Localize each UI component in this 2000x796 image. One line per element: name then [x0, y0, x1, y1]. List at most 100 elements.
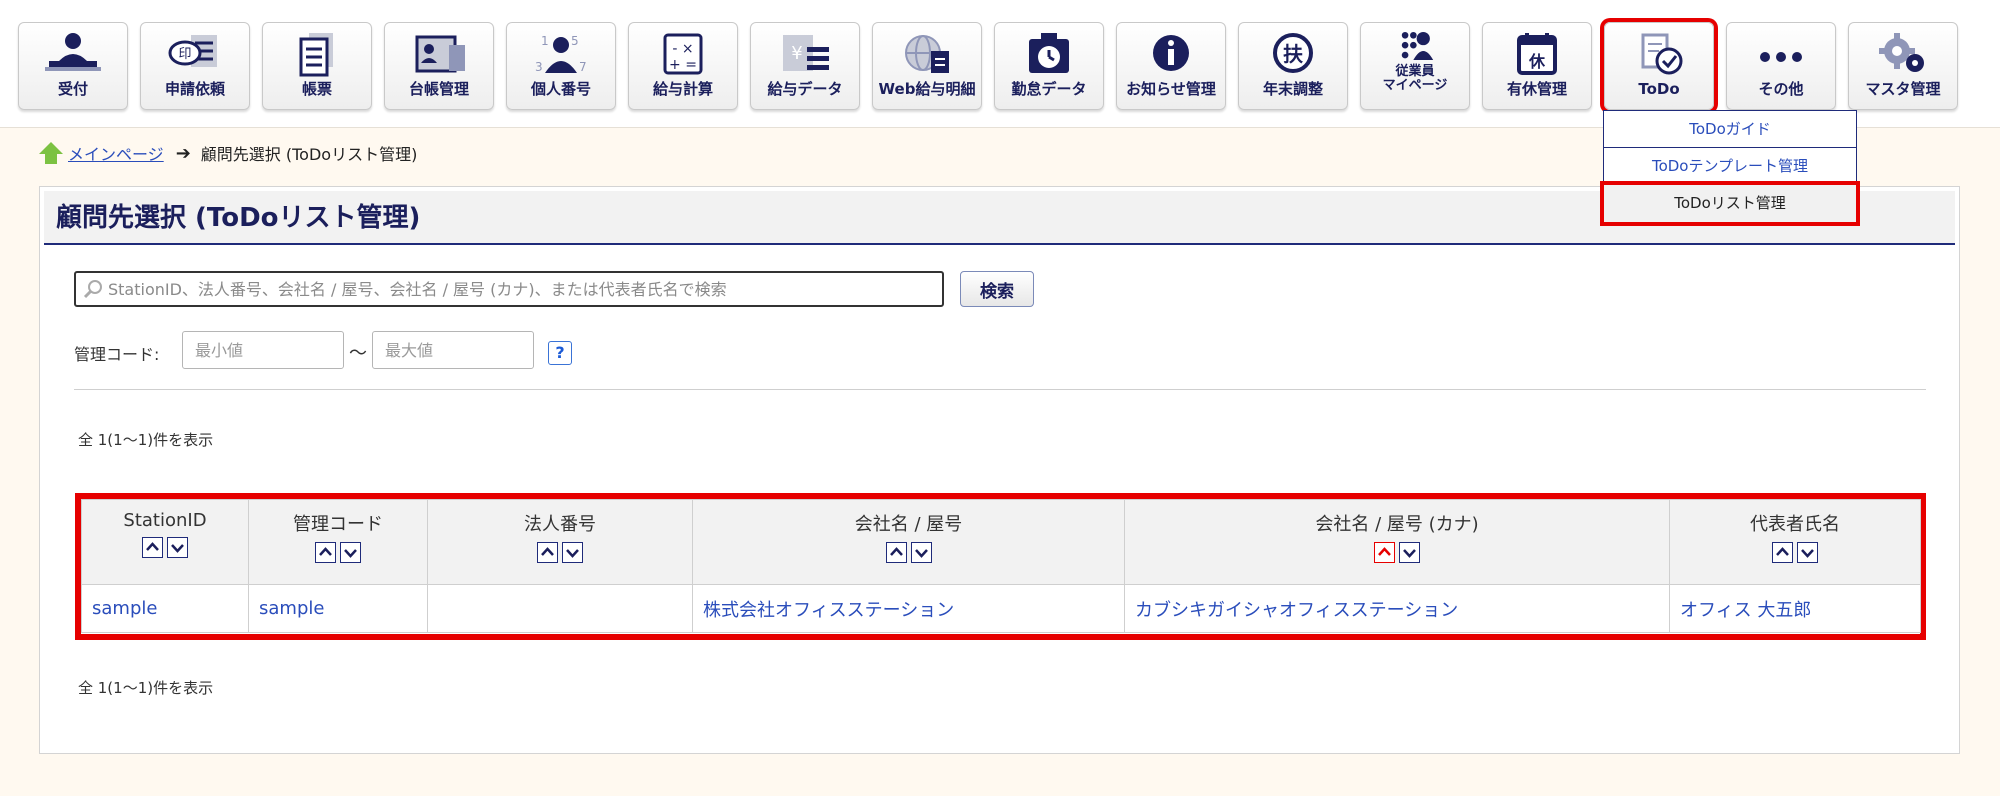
toolbar-todo-button[interactable]: ToDo — [1604, 22, 1714, 110]
client-table-wrapper: StationID 管理コード 法人番号 会社名 / 屋号 会社名 / 屋号 (… — [81, 499, 1921, 634]
toolbar-payroll-data-button[interactable]: ¥ 給与データ — [750, 22, 860, 110]
toolbar-request-button[interactable]: 印 申請依頼 — [140, 22, 250, 110]
sort-asc-icon[interactable] — [1374, 542, 1395, 563]
toolbar-label: 申請依頼 — [164, 80, 225, 98]
sort-asc-icon[interactable] — [537, 542, 558, 563]
toolbar-label: 有休管理 — [1506, 80, 1567, 98]
toolbar-forms-button[interactable]: 帳票 — [262, 22, 372, 110]
svg-text:- ×: - × — [672, 41, 693, 57]
menu-item-todo-template[interactable]: ToDoテンプレート管理 — [1604, 148, 1856, 185]
svg-text:印: 印 — [178, 47, 191, 62]
employee-mypage-icon — [1385, 27, 1445, 65]
toolbar-label: その他 — [1758, 80, 1804, 98]
toolbar-more-button[interactable]: その他 — [1726, 22, 1836, 110]
result-count-bottom: 全 1(1～1)件を表示 — [78, 679, 214, 697]
info-icon — [1141, 31, 1201, 77]
cell-representative[interactable]: オフィス 大五郎 — [1669, 584, 1921, 633]
paid-leave-calendar-icon: 休 — [1507, 31, 1567, 77]
breadcrumb-current: 顧問先選択 (ToDoリスト管理) — [200, 145, 418, 164]
breadcrumb: メインページ ➔ 顧問先選択 (ToDoリスト管理) — [38, 140, 417, 166]
more-dots-icon — [1751, 31, 1811, 77]
cell-company-name-kana[interactable]: カブシキガイシャオフィスステーション — [1124, 584, 1670, 633]
svg-text:+ =: + = — [669, 57, 697, 73]
toolbar-label: 台帳管理 — [408, 80, 469, 98]
sort-asc-icon[interactable] — [1772, 542, 1793, 563]
sort-desc-icon[interactable] — [1797, 542, 1818, 563]
search-icon — [83, 280, 102, 299]
toolbar-personal-number-button[interactable]: 1537 個人番号 — [506, 22, 616, 110]
client-select-panel: 顧問先選択 (ToDoリスト管理) 検索 管理コード: ～ ? 全 1(1～1)… — [39, 186, 1960, 754]
management-code-label: 管理コード: — [74, 345, 160, 364]
cell-company-name[interactable]: 株式会社オフィスステーション — [692, 584, 1125, 633]
column-header-management-code: 管理コード — [248, 499, 428, 585]
toolbar-label: 年末調整 — [1262, 80, 1323, 98]
toolbar-label: お知らせ管理 — [1126, 80, 1216, 98]
toolbar-attendance-button[interactable]: 勤怠データ — [994, 22, 1104, 110]
svg-text:休: 休 — [1528, 52, 1546, 71]
result-count-top: 全 1(1～1)件を表示 — [78, 431, 214, 449]
sort-desc-icon[interactable] — [910, 542, 932, 563]
column-header-company-name-kana: 会社名 / 屋号 (カナ) — [1124, 499, 1670, 585]
svg-text:扶: 扶 — [1283, 42, 1304, 66]
svg-text:1: 1 — [541, 34, 549, 48]
toolbar-label: 勤怠データ — [1011, 80, 1087, 98]
top-toolbar: 受付 印 申請依頼 帳票 台帳管理 1537 個人番号 - × + = 給与計算 … — [0, 0, 2000, 128]
ledger-card-icon — [409, 31, 469, 77]
table-header-row: StationID 管理コード 法人番号 会社名 / 屋号 会社名 / 屋号 (… — [81, 499, 1921, 585]
code-max-input[interactable] — [372, 331, 534, 369]
sort-desc-icon[interactable] — [167, 537, 188, 558]
stamp-request-icon: 印 — [165, 31, 225, 77]
sort-asc-icon[interactable] — [142, 537, 163, 558]
search-input[interactable] — [108, 279, 928, 299]
column-header-company-name: 会社名 / 屋号 — [692, 499, 1125, 585]
toolbar-label: 給与データ — [767, 80, 843, 98]
sort-asc-icon[interactable] — [885, 542, 907, 563]
toolbar-ledger-button[interactable]: 台帳管理 — [384, 22, 494, 110]
cell-stationid[interactable]: sample — [81, 584, 249, 633]
form-document-icon — [287, 31, 347, 77]
column-header-representative: 代表者氏名 — [1669, 499, 1921, 585]
year-end-adjustment-icon: 扶 — [1263, 31, 1323, 77]
sort-desc-icon[interactable] — [340, 542, 361, 563]
arrow-right-icon: ➔ — [175, 142, 191, 164]
svg-text:7: 7 — [579, 60, 587, 74]
toolbar-label: マスタ管理 — [1865, 80, 1941, 98]
toolbar-web-payslip-button[interactable]: Web給与明細 — [872, 22, 982, 110]
toolbar-year-end-button[interactable]: 扶 年末調整 — [1238, 22, 1348, 110]
toolbar-paid-leave-button[interactable]: 休 有休管理 — [1482, 22, 1592, 110]
table-row[interactable]: sample sample 株式会社オフィスステーション カブシキガイシャオフィ… — [81, 584, 1921, 633]
code-min-input[interactable] — [182, 331, 344, 369]
toolbar-label: ToDo — [1638, 80, 1680, 98]
divider — [74, 389, 1926, 390]
menu-item-todo-guide[interactable]: ToDoガイド — [1604, 111, 1856, 148]
breadcrumb-main-page-link[interactable]: メインページ — [68, 141, 164, 165]
toolbar-reception-button[interactable]: 受付 — [18, 22, 128, 110]
sort-desc-icon[interactable] — [1399, 542, 1420, 563]
client-table: StationID 管理コード 法人番号 会社名 / 屋号 会社名 / 屋号 (… — [81, 499, 1921, 633]
toolbar-label: 個人番号 — [530, 80, 591, 98]
svg-text:5: 5 — [571, 34, 579, 48]
calculator-icon: - × + = — [653, 31, 713, 77]
cell-corporate-number — [427, 584, 693, 633]
search-button[interactable]: 検索 — [960, 271, 1034, 307]
sort-desc-icon[interactable] — [562, 542, 583, 563]
column-header-corporate-number: 法人番号 — [427, 499, 693, 585]
toolbar-employee-mypage-button[interactable]: 従業員 マイページ — [1360, 22, 1470, 110]
reception-icon — [43, 31, 103, 77]
column-header-stationid: StationID — [81, 499, 249, 585]
home-icon — [39, 142, 63, 164]
svg-text:¥: ¥ — [791, 43, 802, 64]
toolbar-payroll-calc-button[interactable]: - × + = 給与計算 — [628, 22, 738, 110]
personal-number-icon: 1537 — [531, 31, 591, 77]
toolbar-notice-button[interactable]: お知らせ管理 — [1116, 22, 1226, 110]
sort-asc-icon[interactable] — [315, 542, 336, 563]
todo-dropdown-menu: ToDoガイド ToDoテンプレート管理 ToDoリスト管理 — [1603, 110, 1857, 223]
cell-management-code[interactable]: sample — [248, 584, 428, 633]
help-icon[interactable]: ? — [548, 341, 572, 365]
attendance-clock-icon — [1019, 31, 1079, 77]
toolbar-master-button[interactable]: マスタ管理 — [1848, 22, 1958, 110]
todo-check-icon — [1629, 31, 1689, 77]
toolbar-label: 受付 — [57, 80, 88, 98]
menu-item-todo-list[interactable]: ToDoリスト管理 — [1604, 185, 1856, 222]
toolbar-label: 帳票 — [301, 80, 332, 98]
